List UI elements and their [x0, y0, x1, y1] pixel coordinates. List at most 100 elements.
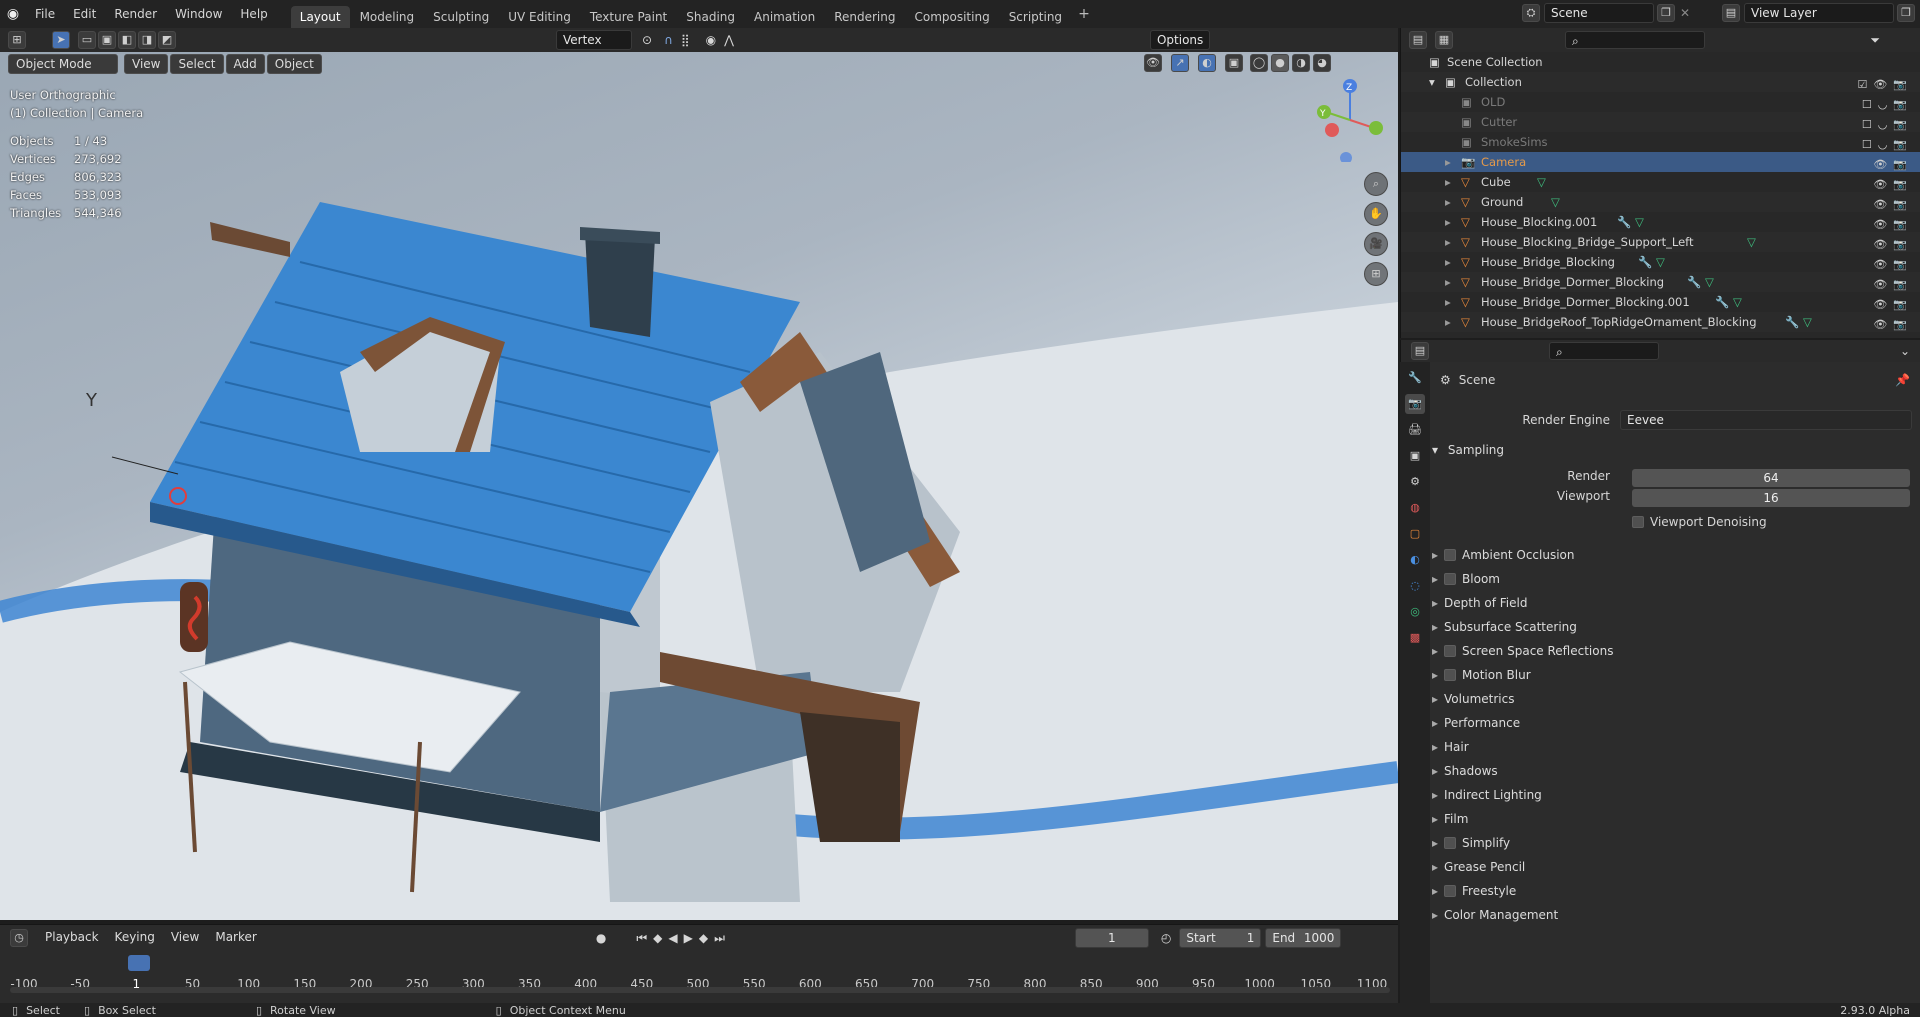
outliner[interactable]: ▤ ▦ ⌕ ⏷ ▣ Scene Collection ▾ ▣ Collection ☑👁📷… — [1400, 28, 1920, 338]
tab-shading[interactable]: Shading — [677, 6, 744, 28]
panel-enable-checkbox[interactable] — [1444, 837, 1457, 849]
expand-arrow-icon[interactable]: ▸ — [1445, 292, 1451, 312]
expand-arrow-icon[interactable]: ▸ — [1445, 152, 1451, 172]
particles-tab-icon[interactable]: ◌ — [1405, 576, 1425, 596]
viewport-denoising-row[interactable]: Viewport Denoising — [1632, 515, 1767, 529]
record-icon[interactable]: ● — [596, 931, 606, 945]
jump-end-icon[interactable]: ⏭ — [714, 931, 725, 946]
render-engine-dropdown[interactable]: Eevee — [1620, 410, 1912, 430]
outliner-item[interactable]: ▣ OLD ☐◡📷 — [1401, 92, 1920, 112]
object-tab-icon[interactable]: ▢ — [1405, 524, 1425, 544]
tab-animation[interactable]: Animation — [745, 6, 824, 28]
outliner-editor-type-icon[interactable]: ▤ — [1409, 31, 1427, 49]
new-view-layer-icon[interactable]: ❐ — [1897, 4, 1915, 22]
tab-uv-editing[interactable]: UV Editing — [499, 6, 580, 28]
panel-simplify[interactable]: ▸ Simplify — [1432, 832, 1912, 854]
expand-arrow-icon[interactable]: ▾ — [1429, 72, 1435, 92]
panel-bloom[interactable]: ▸ Bloom — [1432, 568, 1912, 590]
pivot-icon[interactable]: ⊙ — [642, 33, 652, 47]
pin-icon[interactable]: 📌 — [1895, 373, 1910, 387]
panel-enable-checkbox[interactable] — [1444, 573, 1457, 585]
falloff-icon[interactable]: ⋀ — [724, 33, 734, 47]
tab-compositing[interactable]: Compositing — [905, 6, 998, 28]
proportional-edit-icon[interactable]: ◉ — [706, 33, 716, 47]
timeline-editor-type-icon[interactable]: ◷ — [10, 929, 28, 947]
3d-viewport[interactable]: User Orthographic (1) Collection | Camer… — [0, 52, 1398, 920]
timeline-menu-keying[interactable]: Keying — [108, 928, 162, 948]
menu-file[interactable]: File — [26, 0, 64, 28]
render-samples-field[interactable]: 64 — [1632, 469, 1910, 487]
outliner-item[interactable]: ▸ ▽ Cube ▽ 👁📷 — [1401, 172, 1920, 192]
timeline-menu-view[interactable]: View — [164, 928, 206, 948]
panel-depth-of-field[interactable]: ▸ Depth of Field — [1432, 592, 1912, 614]
view-layer-tab-icon[interactable]: ▣ — [1405, 446, 1425, 466]
viewport-samples-field[interactable]: 16 — [1632, 489, 1910, 507]
options-dropdown[interactable]: Options — [1149, 30, 1211, 50]
sampling-panel-header[interactable]: ▾ Sampling — [1432, 439, 1912, 461]
modifier-tab-icon[interactable]: ◐ — [1405, 550, 1425, 570]
close-scene-icon[interactable]: ✕ — [1680, 6, 1690, 20]
panel-enable-checkbox[interactable] — [1444, 645, 1457, 657]
panel-enable-checkbox[interactable] — [1444, 549, 1457, 561]
output-tab-icon[interactable]: 🖨 — [1405, 420, 1425, 440]
panel-grease-pencil[interactable]: ▸ Grease Pencil — [1432, 856, 1912, 878]
rendered-shading-icon[interactable]: ◕ — [1313, 54, 1331, 72]
physics-tab-icon[interactable]: ◎ — [1405, 602, 1425, 622]
tab-texture-paint[interactable]: Texture Paint — [581, 6, 676, 28]
start-frame-field[interactable]: Start 1 — [1179, 928, 1262, 948]
menu-help[interactable]: Help — [231, 0, 276, 28]
zoom-icon[interactable]: ⌕ — [1364, 172, 1388, 196]
object-mode-dropdown[interactable]: Object Mode — [8, 54, 118, 74]
expand-arrow-icon[interactable]: ▸ — [1445, 192, 1451, 212]
select-new-icon[interactable]: ▭ — [78, 31, 96, 49]
viewport-menu-add[interactable]: Add — [225, 54, 265, 74]
jump-start-icon[interactable]: ⏮ — [636, 931, 647, 946]
end-frame-field[interactable]: End 1000 — [1265, 928, 1342, 948]
panel-hair[interactable]: ▸ Hair — [1432, 736, 1912, 758]
timeline-scrollbar[interactable] — [10, 987, 1390, 993]
prev-keyframe-icon[interactable]: ◆ — [653, 931, 662, 945]
panel-shadows[interactable]: ▸ Shadows — [1432, 760, 1912, 782]
select-tool-icon[interactable]: ➤ — [52, 31, 70, 49]
tab-rendering[interactable]: Rendering — [825, 6, 904, 28]
outliner-item[interactable]: ▸ ▽ House_Blocking.001 🔧 ▽ 👁📷 — [1401, 212, 1920, 232]
menu-render[interactable]: Render — [105, 0, 166, 28]
pan-hand-icon[interactable]: ✋ — [1364, 202, 1388, 226]
menu-window[interactable]: Window — [166, 0, 231, 28]
expand-arrow-icon[interactable]: ▸ — [1445, 232, 1451, 252]
outliner-collection[interactable]: ▾ ▣ Collection ☑👁📷 — [1401, 72, 1920, 92]
tool-tab-icon[interactable]: 🔧 — [1405, 368, 1425, 388]
playhead[interactable] — [128, 955, 150, 971]
select-subtract-icon[interactable]: ◧ — [118, 31, 136, 49]
panel-performance[interactable]: ▸ Performance — [1432, 712, 1912, 734]
current-frame-field[interactable]: 1 — [1074, 928, 1149, 948]
panel-freestyle[interactable]: ▸ Freestyle — [1432, 880, 1912, 902]
outliner-item[interactable]: ▸ ▽ House_Bridge_Dormer_Blocking 🔧 ▽ 👁📷 — [1401, 272, 1920, 292]
outliner-item[interactable]: ▸ ▽ House_BridgeRoof_TopRidgeOrnament_Bloc… — [1401, 312, 1920, 332]
frame-ruler[interactable]: -100 -50 1 50 100 150 200 250 300 350 400 450 500 550… — [0, 947, 1398, 991]
outliner-scene-collection[interactable]: ▣ Scene Collection — [1401, 52, 1920, 72]
tab-modeling[interactable]: Modeling — [351, 6, 424, 28]
add-workspace-button[interactable]: + — [1072, 6, 1096, 22]
scene-selector[interactable]: ⛭ Scene ❐ ✕ — [1522, 3, 1690, 23]
camera-view-icon[interactable]: 🎥 — [1364, 232, 1388, 256]
tab-layout[interactable]: Layout — [290, 6, 350, 28]
expand-arrow-icon[interactable]: ▸ — [1445, 272, 1451, 292]
tab-scripting[interactable]: Scripting — [1000, 6, 1071, 28]
panel-volumetrics[interactable]: ▸ Volumetrics — [1432, 688, 1912, 710]
expand-arrow-icon[interactable]: ▸ — [1445, 212, 1451, 232]
scene-tab-icon[interactable]: ⚙ — [1405, 472, 1425, 492]
snap-grid-icon[interactable]: ⣿ — [681, 33, 690, 47]
select-extend-icon[interactable]: ▣ — [98, 31, 116, 49]
panel-subsurface-scattering[interactable]: ▸ Subsurface Scattering — [1432, 616, 1912, 638]
properties-editor-type-icon[interactable]: ▤ — [1411, 342, 1429, 360]
outliner-item[interactable]: ▸ ▽ Ground ▽ 👁📷 — [1401, 192, 1920, 212]
outliner-item[interactable]: ▸ ▽ House_Bridge_Dormer_Blocking.001 🔧 ▽ 👁📷 — [1401, 292, 1920, 312]
scene-name-field[interactable]: Scene — [1544, 3, 1654, 23]
world-tab-icon[interactable]: ◍ — [1405, 498, 1425, 518]
panel-enable-checkbox[interactable] — [1444, 885, 1457, 897]
panel-film[interactable]: ▸ Film — [1432, 808, 1912, 830]
play-icon[interactable]: ▶ — [684, 931, 693, 945]
timeline-editor[interactable]: ◷ Playback Keying View Marker ● ⏮ ◆ ◀ ▶ ◆ ⏭… — [0, 924, 1398, 1003]
auto-keying-icon[interactable]: ◴ — [1161, 931, 1171, 945]
